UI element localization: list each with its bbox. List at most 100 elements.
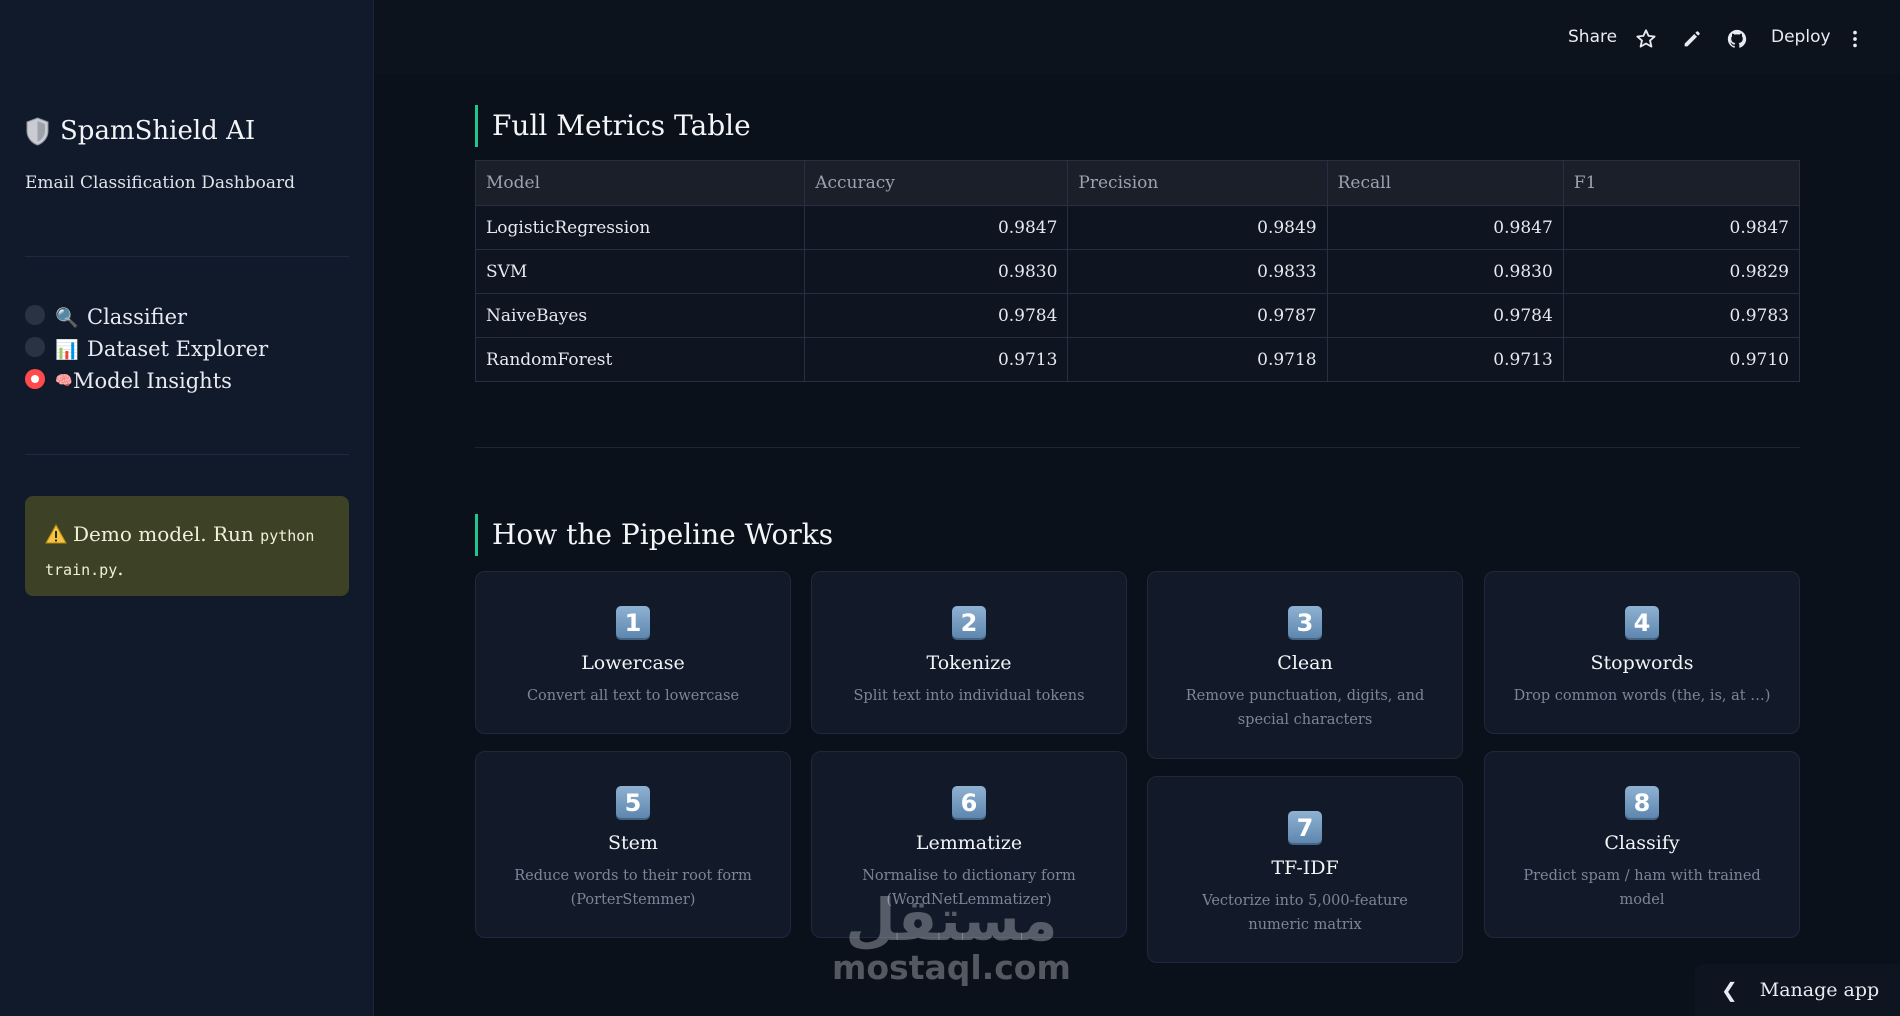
warning-icon (45, 524, 67, 544)
keycap-2-icon: 2 (952, 606, 986, 640)
f1-cell: 0.9829 (1562, 249, 1801, 294)
share-button[interactable]: Share (1568, 27, 1617, 47)
model-name-cell: SVM (474, 249, 806, 294)
section-divider (475, 447, 1800, 448)
step-description: Vectorize into 5,000-feature numeric mat… (1202, 893, 1408, 933)
f1-cell: 0.9783 (1562, 293, 1801, 338)
model-name-cell: LogisticRegression (474, 205, 806, 250)
step-title: Classify (1604, 832, 1680, 854)
nav-item-model-insights[interactable]: 🧠 Model Insights (25, 365, 268, 397)
step-description: Reduce words to their root form (PorterS… (514, 868, 752, 908)
table-row: LogisticRegression 0.9847 0.9849 0.9847 … (474, 205, 1801, 250)
table-row: NaiveBayes 0.9784 0.9787 0.9784 0.9783 (474, 293, 1801, 338)
metrics-table: Model Accuracy Precision Recall F1 Logis… (474, 160, 1801, 382)
divider (25, 454, 349, 455)
chevron-left-icon: ❮ (1721, 978, 1738, 1002)
radio-button[interactable] (25, 305, 45, 325)
step-description: Split text into individual tokens (853, 688, 1085, 704)
pipeline-step-card: 3 Clean Remove punctuation, digits, and … (1147, 571, 1463, 759)
magnifier-icon: 🔍 (55, 306, 79, 329)
nav-label: Classifier (87, 305, 188, 329)
brain-icon: 🧠 (55, 373, 73, 389)
manage-app-label: Manage app (1759, 979, 1880, 1001)
f1-cell: 0.9710 (1562, 337, 1801, 382)
pipeline-step-card: 1 Lowercase Convert all text to lowercas… (475, 571, 791, 734)
warning-end: . (117, 556, 124, 580)
toolbar: Share Deploy (375, 0, 1900, 74)
step-description: Convert all text to lowercase (526, 688, 740, 704)
pipeline-step-card: 2 Tokenize Split text into individual to… (811, 571, 1127, 734)
model-name-cell: NaiveBayes (474, 293, 806, 338)
watermark-logo: مستقل mostaql.com (832, 890, 1071, 986)
bar-chart-icon: 📊 (55, 338, 79, 361)
github-icon[interactable] (1726, 28, 1748, 50)
step-title: Stem (608, 832, 658, 854)
keycap-4-icon: 4 (1625, 606, 1659, 640)
table-row: SVM 0.9830 0.9833 0.9830 0.9829 (474, 249, 1801, 294)
step-description: Predict spam / ham with trained model (1523, 868, 1761, 908)
precision-cell: 0.9718 (1067, 337, 1328, 382)
pipeline-section-title: How the Pipeline Works (475, 514, 833, 556)
keycap-7-icon: 7 (1288, 811, 1322, 845)
more-vertical-icon[interactable] (1849, 28, 1861, 50)
step-description: Drop common words (the, is, at …) (1513, 688, 1771, 704)
warning-text: Demo model. Run (73, 522, 261, 546)
recall-cell: 0.9847 (1326, 205, 1564, 250)
pipeline-step-card: 8 Classify Predict spam / ham with train… (1484, 751, 1800, 938)
precision-cell: 0.9849 (1067, 205, 1328, 250)
step-title: Lemmatize (915, 832, 1023, 854)
nav-label: Dataset Explorer (87, 337, 269, 361)
radio-button-selected[interactable] (25, 369, 45, 389)
watermark-latin: mostaql.com (832, 948, 1071, 987)
keycap-5-icon: 5 (616, 786, 650, 820)
recall-cell: 0.9830 (1326, 249, 1564, 294)
app-title: SpamShield AI (60, 116, 256, 146)
pipeline-step-card: 7 TF-IDF Vectorize into 5,000-feature nu… (1147, 776, 1463, 963)
edit-pencil-icon[interactable] (1681, 28, 1703, 50)
page-navigation: 🔍 Classifier 📊 Dataset Explorer 🧠 Model … (25, 301, 268, 397)
f1-cell: 0.9847 (1562, 205, 1801, 250)
deploy-button[interactable]: Deploy (1771, 27, 1831, 47)
step-title: Stopwords (1590, 652, 1694, 674)
precision-cell: 0.9787 (1067, 293, 1328, 338)
model-name-cell: RandomForest (474, 337, 806, 382)
keycap-3-icon: 3 (1288, 606, 1322, 640)
accuracy-cell: 0.9847 (804, 205, 1069, 250)
keycap-6-icon: 6 (952, 786, 986, 820)
table-row: RandomForest 0.9713 0.9718 0.9713 0.9710 (474, 337, 1801, 382)
nav-item-dataset-explorer[interactable]: 📊 Dataset Explorer (25, 333, 268, 365)
step-title: Tokenize (926, 652, 1012, 674)
table-header-row: Model Accuracy Precision Recall F1 (474, 160, 1801, 206)
step-title: Clean (1277, 652, 1333, 674)
recall-cell: 0.9784 (1326, 293, 1564, 338)
star-icon[interactable] (1635, 28, 1657, 50)
shield-icon (26, 116, 49, 146)
step-title: TF-IDF (1271, 857, 1339, 879)
column-header[interactable]: Recall (1326, 160, 1564, 206)
watermark-arabic: مستقل (845, 886, 1058, 954)
accuracy-cell: 0.9713 (804, 337, 1069, 382)
pipeline-step-card: 5 Stem Reduce words to their root form (… (475, 751, 791, 938)
column-header[interactable]: Accuracy (804, 160, 1069, 206)
manage-app-button[interactable]: ❮ Manage app (1695, 964, 1900, 1016)
column-header[interactable]: Precision (1067, 160, 1328, 206)
step-title: Lowercase (581, 652, 685, 674)
nav-item-classifier[interactable]: 🔍 Classifier (25, 301, 268, 333)
app-subtitle: Email Classification Dashboard (25, 173, 295, 193)
column-header[interactable]: Model (474, 160, 806, 206)
keycap-8-icon: 8 (1625, 786, 1659, 820)
precision-cell: 0.9833 (1067, 249, 1328, 294)
divider (25, 256, 349, 257)
metrics-section-title: Full Metrics Table (475, 105, 751, 147)
app-brand: SpamShield AI (25, 116, 255, 146)
column-header[interactable]: F1 (1562, 160, 1801, 206)
accuracy-cell: 0.9784 (804, 293, 1069, 338)
warning-alert: Demo model. Run python train.py. (25, 496, 349, 596)
accuracy-cell: 0.9830 (804, 249, 1069, 294)
step-description: Remove punctuation, digits, and special … (1185, 688, 1425, 728)
recall-cell: 0.9713 (1326, 337, 1564, 382)
keycap-1-icon: 1 (616, 606, 650, 640)
sidebar: SpamShield AI Email Classification Dashb… (0, 0, 374, 1016)
nav-label: Model Insights (73, 369, 232, 393)
radio-button[interactable] (25, 337, 45, 357)
